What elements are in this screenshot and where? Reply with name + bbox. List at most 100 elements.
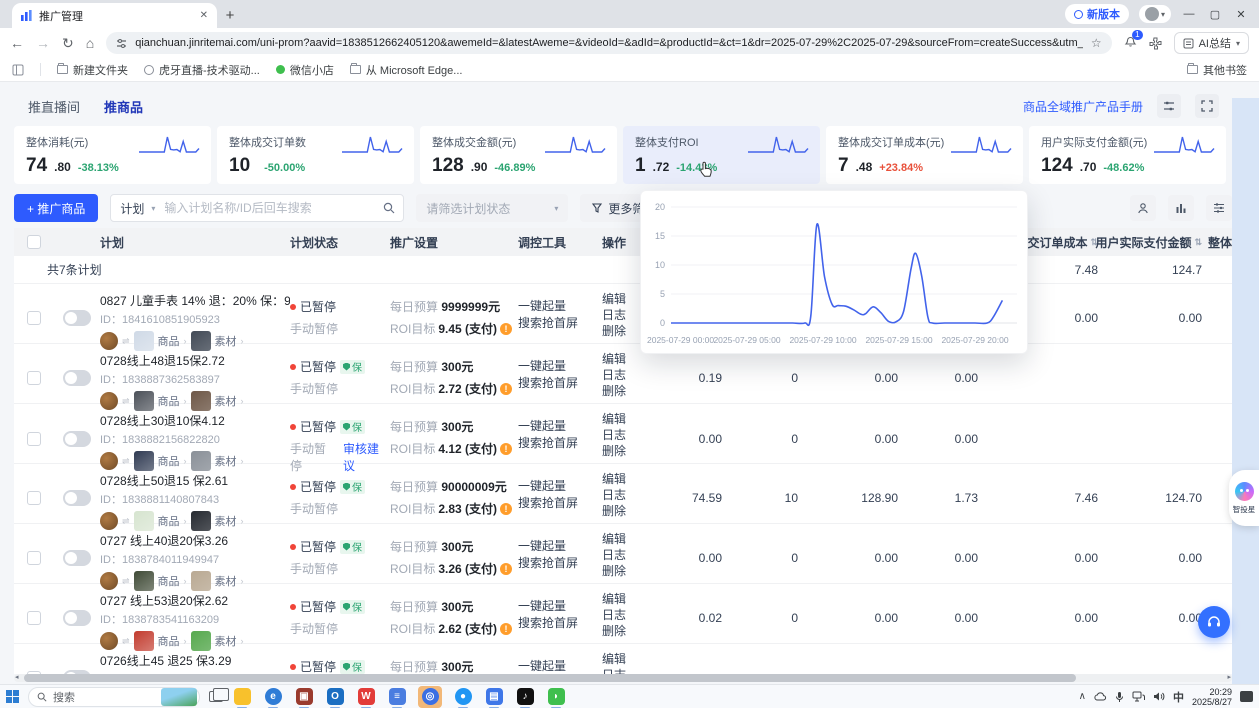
extensions-puzzle-icon[interactable] <box>1149 37 1162 50</box>
op-delete[interactable]: 删除 <box>602 563 654 579</box>
sort-icon[interactable]: ⇅ <box>1194 237 1202 248</box>
row-checkbox[interactable] <box>27 432 41 446</box>
plan-name[interactable]: 0728线上50退15 保2.61 <box>100 472 290 489</box>
horizontal-scrollbar[interactable]: ◂ ▸ <box>14 674 1232 682</box>
app-blue-docs[interactable]: ≡ <box>387 687 407 708</box>
network-icon[interactable] <box>1132 691 1145 702</box>
other-bookmarks[interactable]: 其他书签 <box>1187 62 1247 78</box>
weather-widget[interactable] <box>161 687 197 706</box>
column-header[interactable]: 用户实际支付金额 ⇅ <box>1095 234 1202 251</box>
row-toggle[interactable] <box>63 309 91 326</box>
tool-quick-boost[interactable]: 一键起量 <box>518 358 602 375</box>
op-edit[interactable]: 编辑 <box>602 471 654 487</box>
product-manual-link[interactable]: 商品全域推广产品手册 <box>1023 98 1143 115</box>
start-button[interactable] <box>6 690 19 703</box>
column-header[interactable]: 推广设置 <box>390 234 518 251</box>
window-minimize-button[interactable]: — <box>1181 8 1197 20</box>
plan-name[interactable]: 0726线上45 退25 保3.29 <box>100 652 290 669</box>
op-edit[interactable]: 编辑 <box>602 591 654 607</box>
tool-search-screen[interactable]: 搜索抢首屏 <box>518 495 602 512</box>
row-checkbox[interactable] <box>27 490 41 505</box>
bookmark-item[interactable]: 从 Microsoft Edge... <box>349 62 462 78</box>
stat-card[interactable]: 整体成交金额(元) 128.90 -46.89% <box>420 126 617 184</box>
bookmark-item[interactable]: 虎牙直播-技术驱动... <box>144 62 260 78</box>
plan-name[interactable]: 0827 儿童手表 14% 退：20% 保：9.92 <box>100 292 290 309</box>
assistant-widget[interactable]: 智投星 <box>1229 470 1259 526</box>
info-icon[interactable]: ! <box>500 322 513 335</box>
file-explorer[interactable] <box>232 687 252 708</box>
column-header[interactable]: 整体 <box>1208 234 1232 251</box>
stat-card[interactable]: 整体消耗(元) 74.80 -38.13% <box>14 126 211 184</box>
tool-search-screen[interactable]: 搜索抢首屏 <box>518 555 602 572</box>
side-panel-icon[interactable] <box>12 64 24 76</box>
row-toggle[interactable] <box>63 489 91 506</box>
new-version-badge[interactable]: 新版本 <box>1064 4 1129 24</box>
scroll-left-arrow[interactable]: ◂ <box>15 673 19 681</box>
op-edit[interactable]: 编辑 <box>602 531 654 547</box>
site-settings-icon[interactable] <box>116 38 127 49</box>
tool-search-screen[interactable]: 搜索抢首屏 <box>518 375 602 392</box>
tool-search-screen[interactable]: 搜索抢首屏 <box>518 435 602 452</box>
tab-products[interactable]: 推商品 <box>104 97 143 116</box>
tool-quick-boost[interactable]: 一键起量 <box>518 658 602 674</box>
sliders-icon[interactable] <box>1157 94 1181 118</box>
search-icon[interactable] <box>383 202 395 214</box>
speaker-icon[interactable] <box>1153 691 1165 702</box>
qianchuan-active[interactable]: ◎ <box>418 685 442 708</box>
op-edit[interactable]: 编辑 <box>602 651 654 667</box>
info-icon[interactable]: ! <box>500 502 513 515</box>
taskbar-clock[interactable]: 20:29 2025/8/27 <box>1192 687 1232 707</box>
stat-card[interactable]: 整体支付ROI 1.72 -14.43% <box>623 126 820 184</box>
row-toggle[interactable] <box>63 431 91 447</box>
outlook[interactable]: O <box>325 687 345 708</box>
info-icon[interactable]: ! <box>500 622 513 635</box>
tray-chevron-icon[interactable]: ∧ <box>1079 691 1086 702</box>
window-maximize-button[interactable]: ▢ <box>1207 8 1223 21</box>
stat-card[interactable]: 用户实际支付金额(元) 124.70 -48.62% <box>1029 126 1226 184</box>
plan-name[interactable]: 0728线上30退10保4.12 <box>100 412 290 429</box>
scrollbar-thumb[interactable] <box>24 674 1076 682</box>
column-header[interactable]: 调控工具 <box>518 234 602 251</box>
row-toggle[interactable] <box>63 609 91 626</box>
stat-card[interactable]: 整体成交订单成本(元) 7.48 +23.84% <box>826 126 1023 184</box>
app-circle-blue[interactable]: ● <box>453 687 473 708</box>
select-all-checkbox[interactable] <box>27 235 41 249</box>
info-icon[interactable]: ! <box>500 442 513 455</box>
reload-button[interactable]: ↻ <box>62 35 74 52</box>
tool-quick-boost[interactable]: 一键起量 <box>518 478 602 495</box>
wps-office[interactable]: W <box>356 687 376 708</box>
op-log[interactable]: 日志 <box>602 487 654 503</box>
op-delete[interactable]: 删除 <box>602 503 654 519</box>
bookmark-star-icon[interactable]: ☆ <box>1091 36 1102 50</box>
home-button[interactable]: ⌂ <box>86 35 94 51</box>
app-store-red[interactable]: ▣ <box>294 687 314 708</box>
promote-product-button[interactable]: + 推广商品 <box>14 194 99 222</box>
row-checkbox[interactable] <box>27 610 41 625</box>
app-blue-2[interactable]: ▤ <box>484 687 504 708</box>
row-checkbox[interactable] <box>27 310 41 325</box>
op-delete[interactable]: 删除 <box>602 623 654 639</box>
browser-tab[interactable]: 推广管理 ✕ <box>12 3 217 28</box>
back-button[interactable]: ← <box>10 35 24 51</box>
column-settings-icon[interactable] <box>1206 195 1232 221</box>
tool-quick-boost[interactable]: 一键起量 <box>518 538 602 555</box>
column-header[interactable]: 计划 <box>100 234 290 251</box>
op-log[interactable]: 日志 <box>602 367 654 383</box>
ime-indicator[interactable]: 中 <box>1173 689 1184 705</box>
plan-name[interactable]: 0727 线上40退20保3.26 <box>100 532 290 549</box>
person-icon[interactable] <box>1130 195 1156 221</box>
stat-card[interactable]: 整体成交订单数 10 -50.00% <box>217 126 414 184</box>
row-toggle[interactable] <box>63 369 91 386</box>
bookmark-item[interactable]: 微信小店 <box>275 62 334 78</box>
op-log[interactable]: 日志 <box>602 667 654 674</box>
plan-name[interactable]: 0727 线上53退20保2.62 <box>100 592 290 609</box>
search-type-select[interactable]: 计划 ▾ <box>111 200 164 217</box>
tool-quick-boost[interactable]: 一键起量 <box>518 298 602 315</box>
bookmark-item[interactable]: 新建文件夹 <box>57 62 128 78</box>
plan-name[interactable]: 0728线上48退15保2.72 <box>100 352 290 369</box>
tool-search-screen[interactable]: 搜索抢首屏 <box>518 315 602 332</box>
row-checkbox[interactable] <box>27 550 41 565</box>
row-toggle[interactable] <box>63 549 91 566</box>
op-edit[interactable]: 编辑 <box>602 411 654 427</box>
op-delete[interactable]: 删除 <box>602 443 654 459</box>
